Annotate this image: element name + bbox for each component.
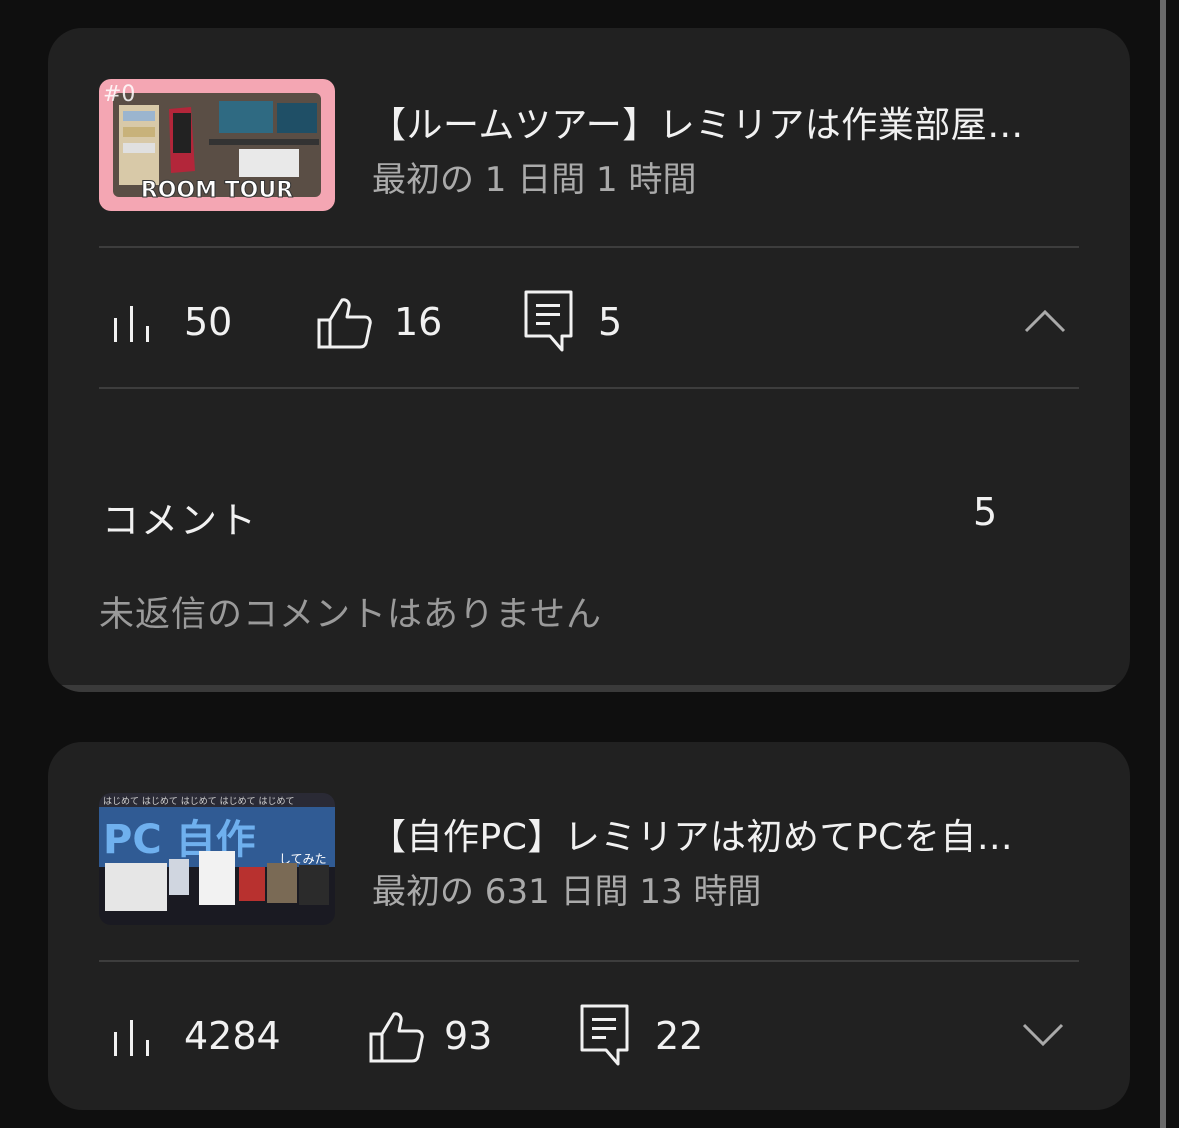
comments-section-title: コメント	[102, 499, 258, 542]
chevron-up-icon[interactable]	[1024, 308, 1066, 334]
views-icon	[114, 306, 149, 342]
likes-count: 93	[444, 1014, 493, 1058]
comments-count: 22	[655, 1014, 704, 1058]
like-icon	[369, 1012, 424, 1063]
comment-icon	[524, 290, 573, 352]
video-card-expanded: #0 ROOM TOUR 【ルームツアー】レミリアは作業部屋… 最初の 1 日間…	[48, 28, 1130, 692]
thumbnail-caption: ROOM TOUR	[141, 178, 293, 203]
views-count: 50	[184, 300, 233, 344]
divider	[99, 960, 1079, 962]
chevron-down-icon[interactable]	[1022, 1022, 1064, 1048]
svg-text:はじめて はじめて はじめて はじめて はじめて: はじめて はじめて はじめて はじめて はじめて	[103, 796, 294, 807]
video-title[interactable]: 【自作PC】レミリアは初めてPCを自…	[370, 808, 1013, 860]
divider	[99, 387, 1079, 389]
video-period: 最初の 1 日間 1 時間	[372, 160, 697, 200]
video-thumbnail[interactable]: #0 ROOM TOUR	[99, 79, 335, 211]
thumbnail-tag: #0	[103, 82, 135, 107]
comments-count: 5	[598, 300, 623, 344]
video-title[interactable]: 【ルームツアー】レミリアは作業部屋…	[370, 96, 1024, 148]
video-thumbnail[interactable]: はじめて はじめて はじめて はじめて はじめて PC 自作 してみた	[99, 793, 335, 925]
views-count: 4284	[184, 1014, 281, 1058]
comments-empty-message: 未返信のコメントはありません	[99, 595, 602, 635]
comments-section-count: 5	[973, 490, 998, 534]
likes-count: 16	[394, 300, 443, 344]
video-period: 最初の 631 日間 13 時間	[372, 872, 762, 912]
video-card-collapsed: はじめて はじめて はじめて はじめて はじめて PC 自作 してみた 【自作P…	[48, 742, 1130, 1110]
comment-icon	[580, 1004, 629, 1066]
divider	[99, 246, 1079, 248]
card-edge	[48, 685, 1130, 692]
page-scrollbar[interactable]	[1160, 0, 1166, 1128]
like-icon	[317, 298, 372, 349]
views-icon	[114, 1020, 149, 1056]
